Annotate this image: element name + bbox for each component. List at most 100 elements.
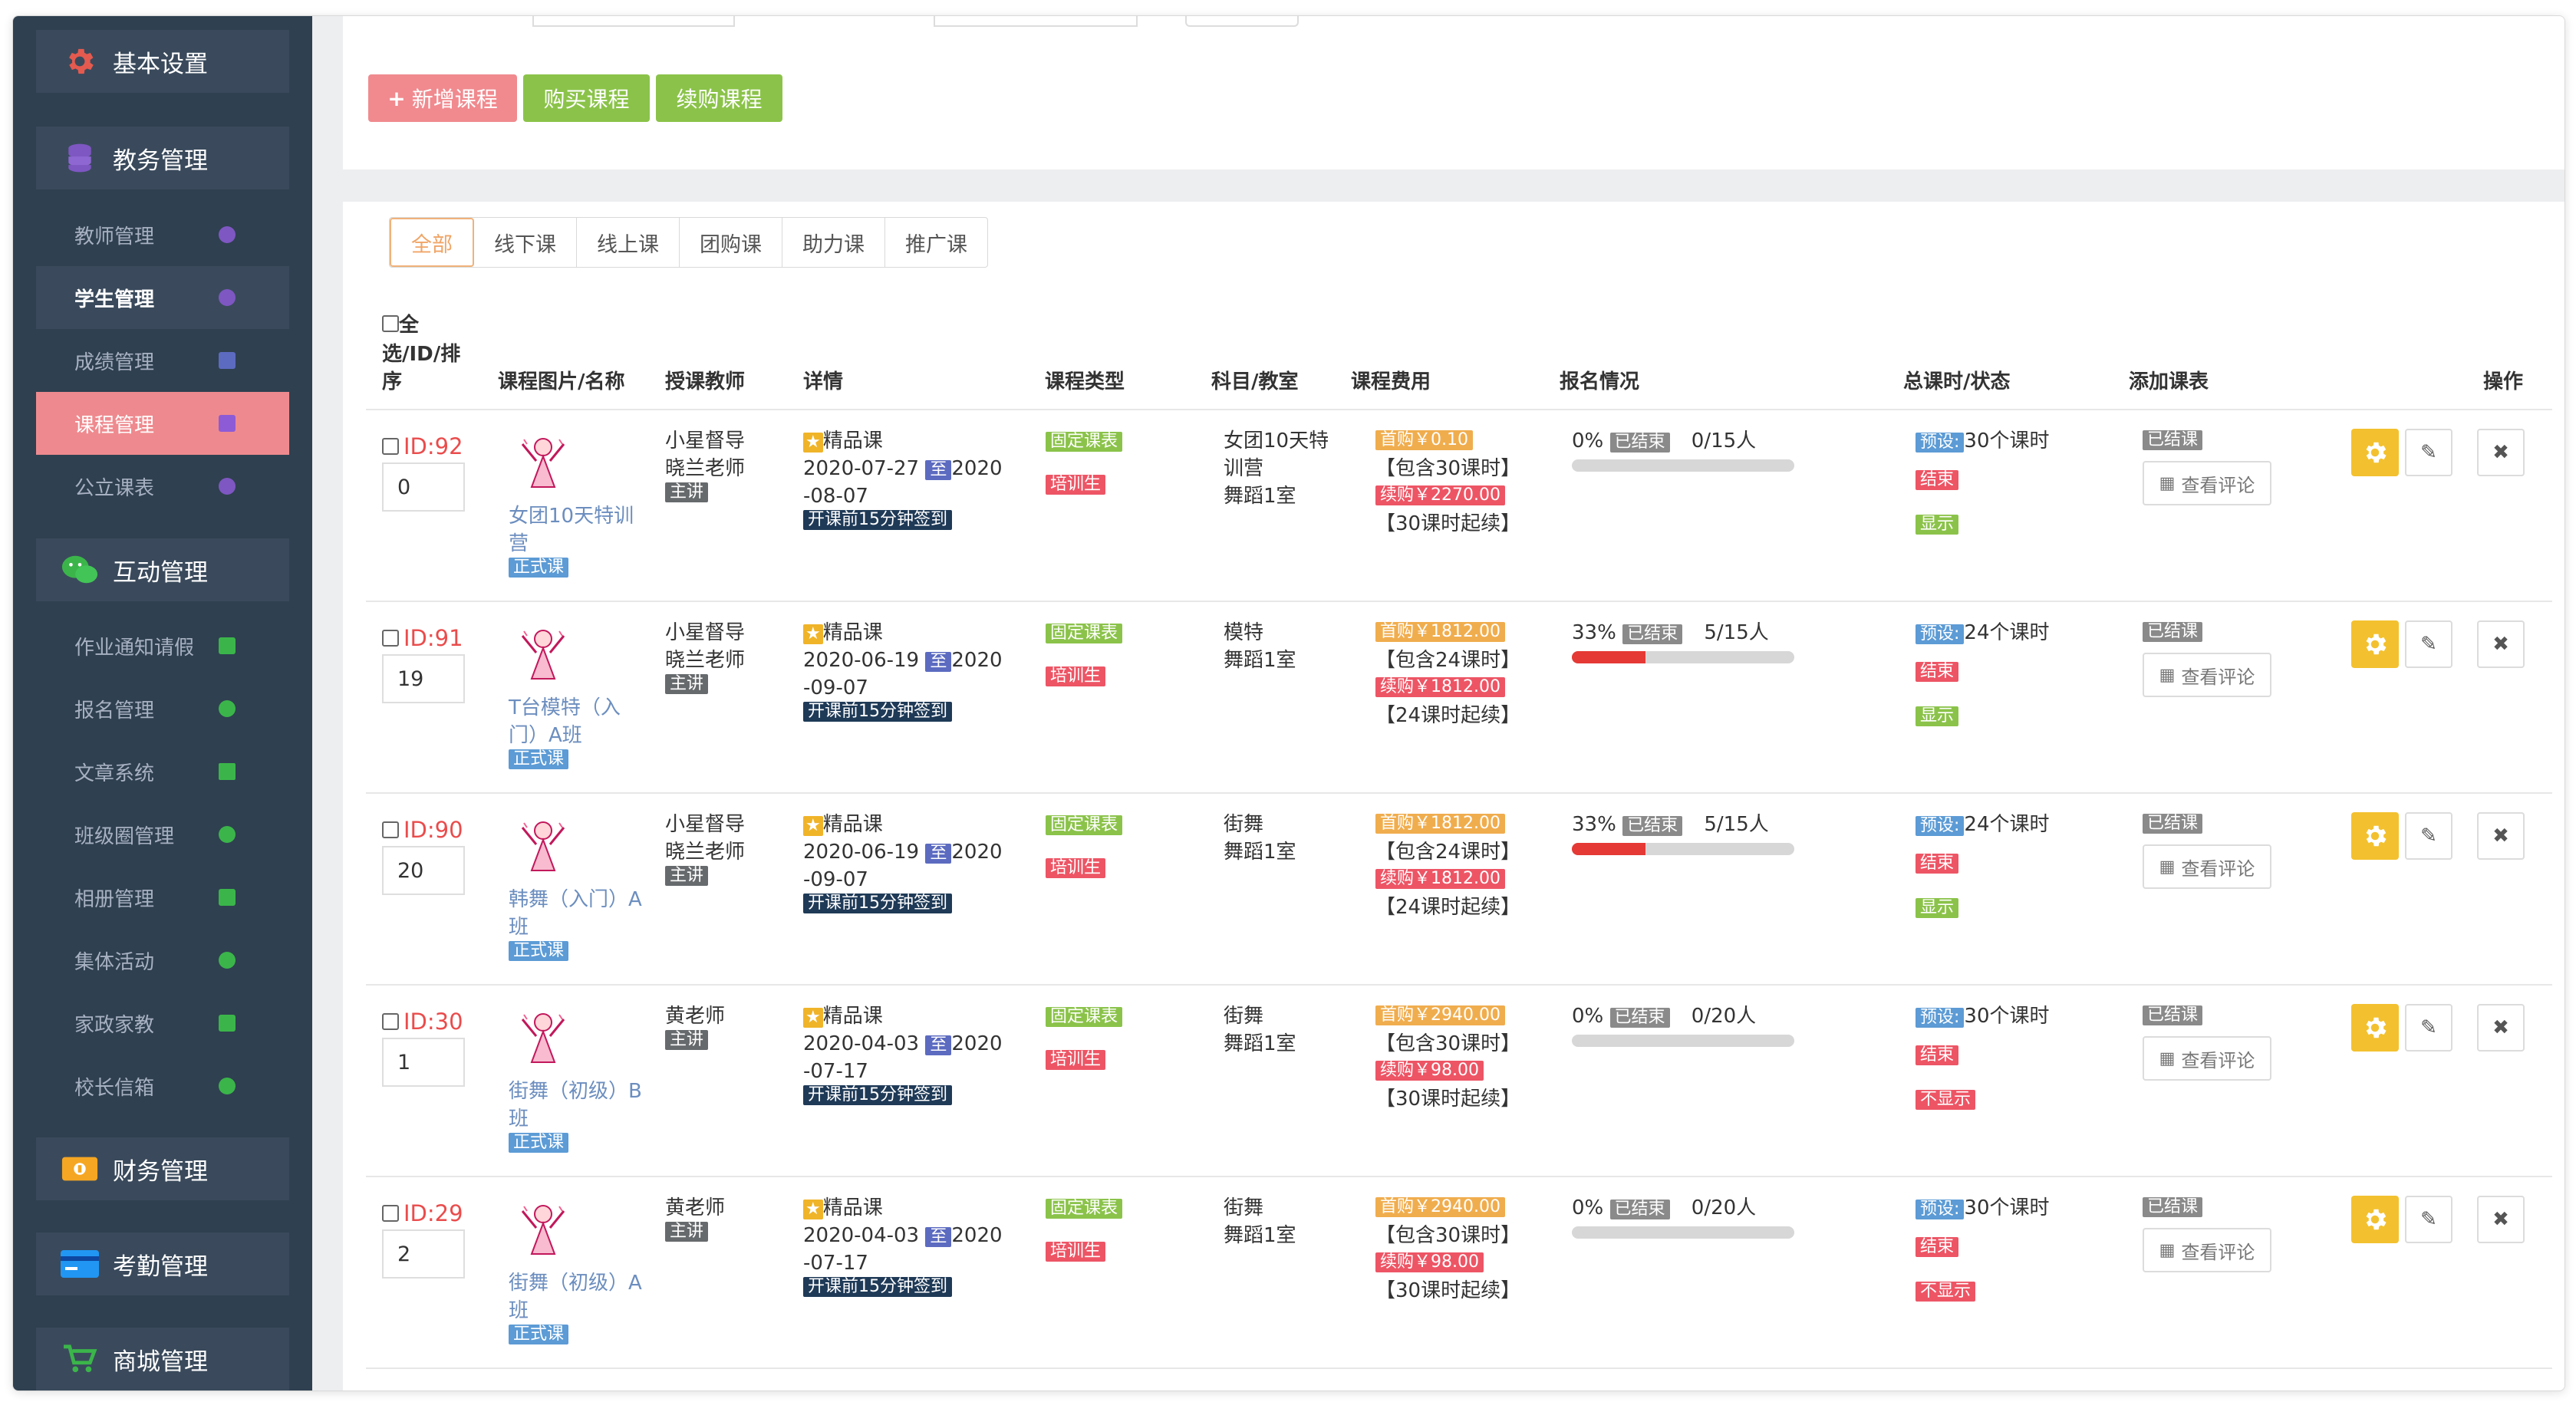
teacher-cell: 黄老师 主讲 (665, 1194, 725, 1242)
filter-button-partial[interactable] (1185, 16, 1299, 27)
row-checkbox[interactable] (382, 630, 399, 647)
add-course-button[interactable]: + 新增课程 (368, 74, 517, 122)
nav-academic[interactable]: 教务管理 (36, 127, 289, 189)
subject-cell: 街舞 舞蹈1室 (1224, 811, 1296, 866)
delete-button[interactable]: ✖ (2477, 620, 2525, 668)
course-thumbnail[interactable] (509, 1009, 578, 1073)
end-status-badge[interactable]: 结束 (1916, 1237, 1959, 1257)
sort-input[interactable]: 1 (382, 1038, 465, 1087)
sort-input[interactable]: 20 (382, 846, 465, 895)
tab-offline[interactable]: 线下课 (474, 218, 577, 267)
edit-button[interactable]: ✎ (2405, 1004, 2452, 1052)
edit-button[interactable]: ✎ (2405, 1196, 2452, 1243)
row-checkbox[interactable] (382, 1013, 399, 1030)
ended-badge: 已结束 (1609, 433, 1670, 453)
course-name[interactable]: 街舞（初级）A 班 正式课 (509, 1269, 642, 1344)
sidebar-item-teachers[interactable]: 教师管理 (36, 203, 289, 266)
delete-button[interactable]: ✖ (2477, 1004, 2525, 1052)
tab-assist[interactable]: 助力课 (782, 218, 885, 267)
select-column-header-line3: 序 (382, 370, 403, 393)
course-name[interactable]: 韩舞（入门）A 班 正式课 (509, 886, 642, 961)
renew-course-button[interactable]: 续购课程 (656, 74, 782, 122)
filter-input-partial[interactable] (532, 16, 735, 27)
settings-button[interactable] (2351, 1196, 2399, 1243)
sort-input[interactable]: 2 (382, 1229, 465, 1279)
visibility-badge[interactable]: 显示 (1916, 706, 1959, 726)
view-comments-button[interactable]: ▦ 查看评论 (2143, 1228, 2271, 1272)
teacher-line2: 晓兰老师 (665, 841, 746, 864)
edit-button[interactable]: ✎ (2405, 429, 2452, 476)
sidebar-item-articles[interactable]: 文章系统 (36, 740, 289, 803)
sidebar-item-homework[interactable]: 作业通知请假 (36, 614, 289, 677)
visibility-badge[interactable]: 显示 (1916, 515, 1959, 535)
sidebar-item-courses[interactable]: 课程管理 (36, 392, 289, 455)
end-status-badge[interactable]: 结束 (1916, 662, 1959, 682)
premium-line: ★ 精品课 (803, 1002, 1026, 1030)
tab-group-buy[interactable]: 团购课 (680, 218, 782, 267)
end-status-badge[interactable]: 结束 (1916, 1045, 1959, 1065)
buy-course-button[interactable]: 购买课程 (523, 74, 650, 122)
end-status-badge[interactable]: 结束 (1916, 470, 1959, 490)
course-id: ID:91 (404, 625, 463, 651)
filter-input-partial[interactable] (934, 16, 1138, 27)
course-name[interactable]: T台模特（入 门）A班 正式课 (509, 694, 621, 769)
total-hours: 30个课时 (1964, 1196, 2050, 1219)
select-all[interactable]: 全 (382, 309, 419, 337)
premium-label: 精品课 (822, 813, 883, 836)
edit-button[interactable]: ✎ (2405, 620, 2452, 668)
view-comments-button[interactable]: ▦ 查看评论 (2143, 653, 2271, 697)
row-checkbox[interactable] (382, 1205, 399, 1222)
nav-mall[interactable]: 商城管理 (36, 1328, 289, 1390)
visibility-badge[interactable]: 不显示 (1916, 1090, 1976, 1110)
course-thumbnail[interactable] (509, 433, 578, 498)
delete-button[interactable]: ✖ (2477, 429, 2525, 476)
select-all-checkbox[interactable] (382, 314, 399, 332)
course-thumbnail[interactable] (509, 817, 578, 881)
edit-button[interactable]: ✎ (2405, 812, 2452, 860)
ops-column-header: 操作 (2483, 370, 2524, 393)
sidebar-item-enrollment[interactable]: 报名管理 (36, 677, 289, 740)
delete-button[interactable]: ✖ (2477, 1196, 2525, 1243)
close-icon: ✖ (2492, 441, 2509, 464)
course-thumbnail[interactable] (509, 1200, 578, 1265)
date-end: -07-17 (803, 1252, 868, 1275)
sidebar-item-albums[interactable]: 相册管理 (36, 866, 289, 929)
visibility-badge[interactable]: 不显示 (1916, 1282, 1976, 1302)
date-start: 2020-07-27 (803, 457, 920, 480)
end-status-badge[interactable]: 结束 (1916, 854, 1959, 874)
sidebar-item-mailbox[interactable]: 校长信箱 (36, 1055, 289, 1117)
sidebar-item-class-circle[interactable]: 班级圈管理 (36, 803, 289, 866)
settings-button[interactable] (2351, 1004, 2399, 1052)
row-checkbox[interactable] (382, 438, 399, 455)
nav-basic-settings[interactable]: 基本设置 (36, 30, 289, 93)
delete-button[interactable]: ✖ (2477, 812, 2525, 860)
sidebar-item-activities[interactable]: 集体活动 (36, 929, 289, 992)
sort-input[interactable]: 19 (382, 654, 465, 703)
tab-online[interactable]: 线上课 (577, 218, 680, 267)
tab-all[interactable]: 全部 (390, 218, 474, 267)
tab-promotion[interactable]: 推广课 (885, 218, 987, 267)
view-comments-button[interactable]: ▦ 查看评论 (2143, 1036, 2271, 1081)
course-thumbnail[interactable] (509, 625, 578, 689)
sidebar-item-public-schedule[interactable]: 公立课表 (36, 455, 289, 518)
sidebar-item-students[interactable]: 学生管理 (36, 266, 289, 329)
settings-button[interactable] (2351, 812, 2399, 860)
schedule-column-header: 添加课表 (2129, 370, 2209, 393)
sidebar-item-grades[interactable]: 成绩管理 (36, 329, 289, 392)
nav-attendance[interactable]: 考勤管理 (36, 1233, 289, 1295)
course-name[interactable]: 女团10天特训 营 正式课 (509, 502, 634, 578)
course-name[interactable]: 街舞（初级）B 班 正式课 (509, 1078, 642, 1153)
view-comments-button[interactable]: ▦ 查看评论 (2143, 461, 2271, 505)
sort-input[interactable]: 0 (382, 462, 465, 512)
nav-interaction[interactable]: 互动管理 (36, 538, 289, 601)
view-comments-button[interactable]: ▦ 查看评论 (2143, 844, 2271, 889)
settings-button[interactable] (2351, 429, 2399, 476)
sidebar-item-tutoring[interactable]: 家政家教 (36, 992, 289, 1055)
settings-button[interactable] (2351, 620, 2399, 668)
hours-status-cell: 预设: 30个课时 结束 不显示 (1916, 1194, 2050, 1302)
teacher-line2: 晓兰老师 (665, 457, 746, 480)
nav-finance[interactable]: 财务管理 (36, 1137, 289, 1200)
row-checkbox[interactable] (382, 821, 399, 838)
course-id: ID:29 (404, 1200, 463, 1226)
visibility-badge[interactable]: 显示 (1916, 898, 1959, 918)
